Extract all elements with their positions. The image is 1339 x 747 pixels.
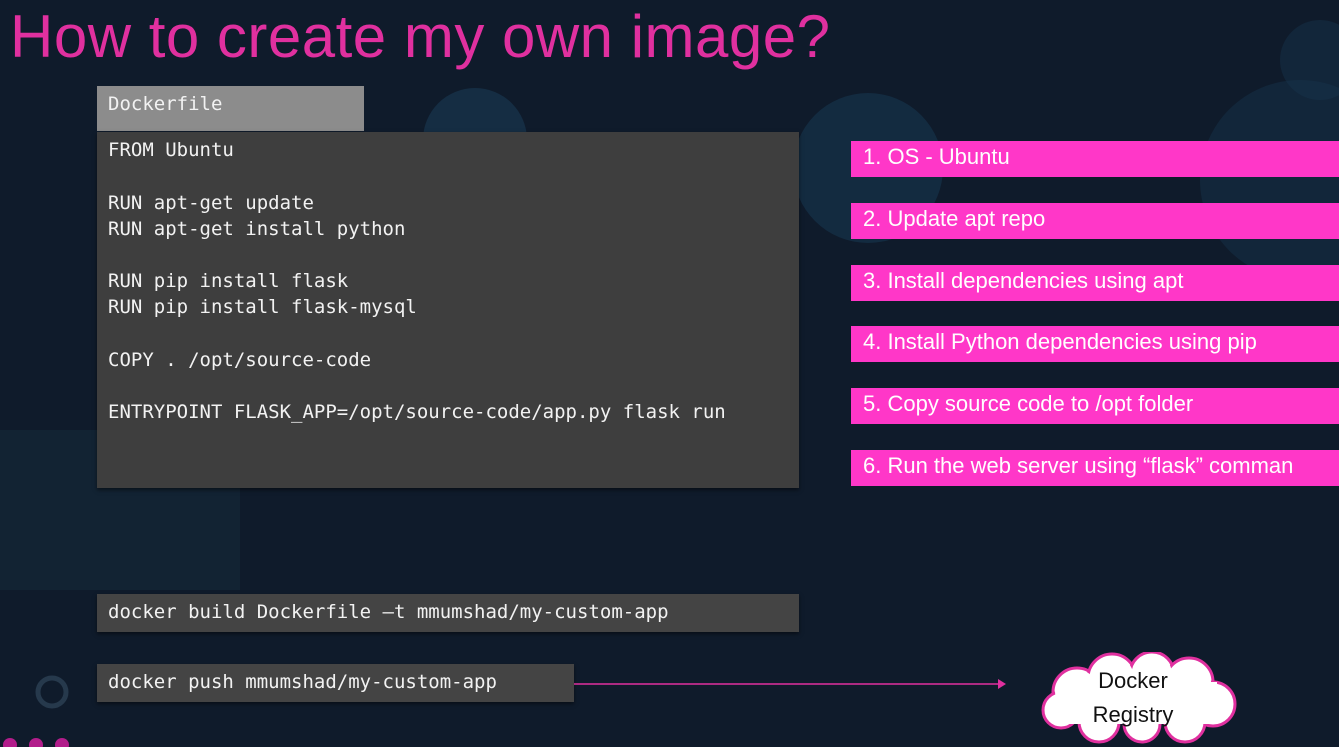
- code-line: RUN pip install flask-mysql: [108, 296, 417, 318]
- step-run-server: 6. Run the web server using “flask” comm…: [851, 450, 1339, 486]
- step-install-pip: 4. Install Python dependencies using pip: [851, 326, 1339, 362]
- step-os: 1. OS - Ubuntu: [851, 141, 1339, 177]
- step-install-apt: 3. Install dependencies using apt: [851, 265, 1339, 301]
- docker-registry-label: Docker Registry: [1037, 664, 1229, 732]
- code-line: ENTRYPOINT FLASK_APP=/opt/source-code/ap…: [108, 401, 726, 423]
- code-line: COPY . /opt/source-code: [108, 349, 372, 371]
- dockerfile-code-panel: FROM Ubuntu RUN apt-get update RUN apt-g…: [97, 132, 799, 488]
- step-copy-source: 5. Copy source code to /opt folder: [851, 388, 1339, 424]
- code-line: RUN apt-get update: [108, 192, 314, 214]
- code-line: RUN apt-get install python: [108, 218, 406, 240]
- registry-line-2: Registry: [1092, 702, 1174, 727]
- docker-push-command: docker push mmumshad/my-custom-app: [97, 664, 574, 702]
- code-line: FROM Ubuntu: [108, 139, 234, 161]
- docker-build-command: docker build Dockerfile –t mmumshad/my-c…: [97, 594, 799, 632]
- registry-line-1: Docker: [1098, 668, 1168, 693]
- slide-title: How to create my own image?: [10, 3, 831, 70]
- dockerfile-tab: Dockerfile: [97, 86, 364, 131]
- step-update-repo: 2. Update apt repo: [851, 203, 1339, 239]
- push-arrow: [574, 679, 1006, 689]
- code-line: RUN pip install flask: [108, 270, 349, 292]
